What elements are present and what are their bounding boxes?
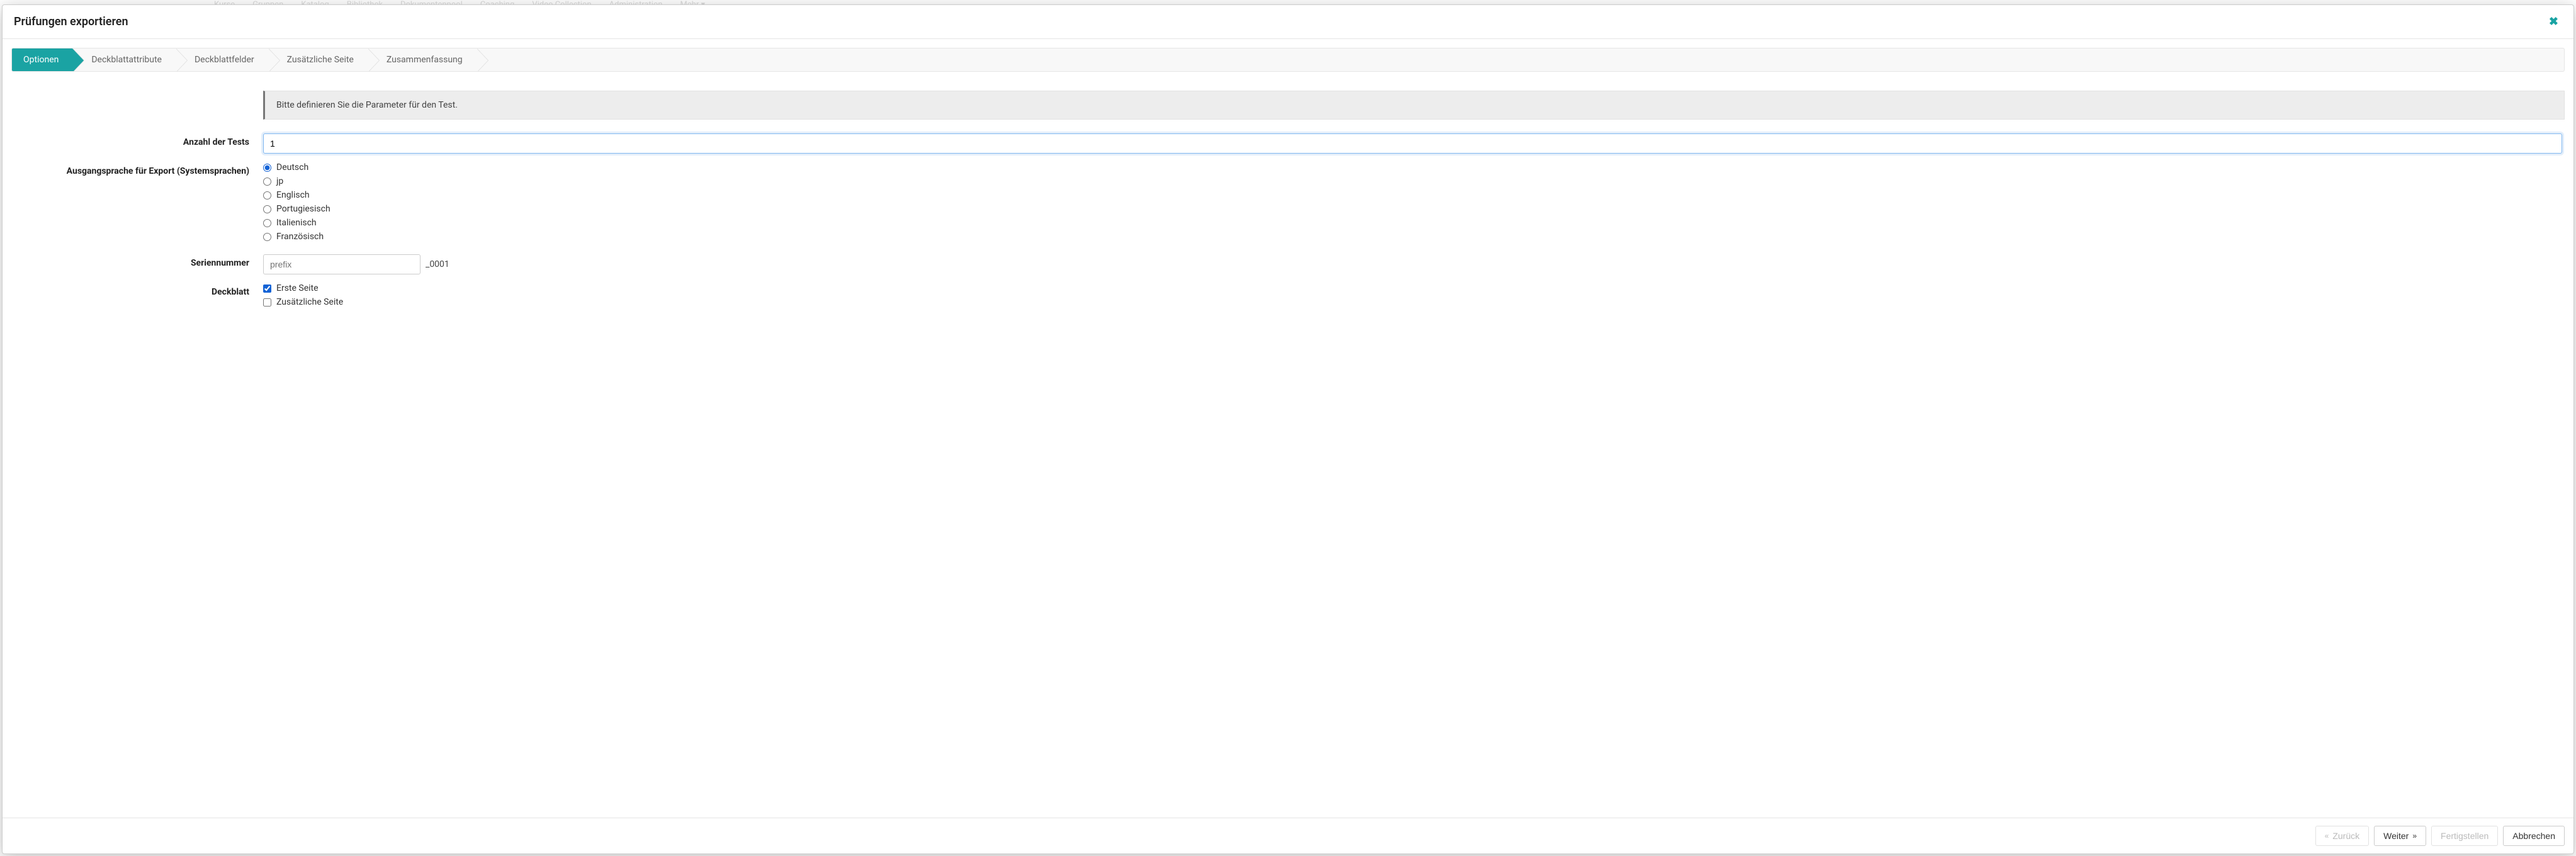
finish-button: Fertigstellen [2431, 826, 2498, 846]
lang-radio[interactable] [263, 205, 271, 213]
row-test-count: Anzahl der Tests [11, 133, 2565, 154]
lang-option-deutsch[interactable]: Deutsch [263, 162, 2562, 172]
modal-header: Prüfungen exportieren ✖ [3, 5, 2573, 39]
lang-radio[interactable] [263, 233, 271, 241]
cover-label: Erste Seite [276, 283, 319, 293]
lang-label: Englisch [276, 190, 310, 200]
next-label: Weiter [2383, 831, 2409, 841]
step-zusammenfassung[interactable]: Zusammenfassung [368, 48, 477, 71]
chevron-right-icon: » [2412, 831, 2417, 840]
step-label: Deckblattattribute [91, 55, 162, 65]
row-cover: Deckblatt Erste Seite Zusätzliche Seite [11, 283, 2565, 311]
next-button[interactable]: Weiter » [2374, 826, 2426, 846]
step-label: Deckblattfelder [195, 55, 254, 65]
lang-label: Portugiesisch [276, 204, 330, 214]
step-deckblattattribute[interactable]: Deckblattattribute [72, 48, 176, 71]
modal-title: Prüfungen exportieren [14, 15, 128, 28]
row-serial: Seriennummer _0001 [11, 254, 2565, 274]
lang-radio[interactable] [263, 219, 271, 227]
cover-checkbox[interactable] [263, 284, 271, 293]
lang-label: Italienisch [276, 218, 317, 228]
chevron-left-icon: « [2325, 831, 2329, 840]
modal-body: Optionen Deckblattattribute Deckblattfel… [3, 39, 2573, 818]
lang-label: Französisch [276, 232, 324, 242]
step-zusaetzliche-seite[interactable]: Zusätzliche Seite [268, 48, 368, 71]
label-cover: Deckblatt [11, 283, 263, 297]
step-label: Optionen [23, 55, 59, 65]
modal-footer: « Zurück Weiter » Fertigstellen Abbreche… [3, 818, 2573, 853]
cancel-button[interactable]: Abbrechen [2503, 826, 2565, 846]
cover-checkbox[interactable] [263, 298, 271, 307]
label-language: Ausgangsprache für Export (Systemsprache… [11, 162, 263, 176]
cover-option-zusaetzliche-seite[interactable]: Zusätzliche Seite [263, 297, 2562, 307]
wizard-steps: Optionen Deckblattattribute Deckblattfel… [11, 48, 2565, 72]
info-banner: Bitte definieren Sie die Parameter für d… [263, 91, 2565, 120]
cover-options: Erste Seite Zusätzliche Seite [263, 283, 2565, 311]
step-label: Zusätzliche Seite [287, 55, 354, 65]
label-serial: Seriennummer [11, 254, 263, 268]
serial-suffix: _0001 [426, 259, 449, 269]
step-deckblattfelder[interactable]: Deckblattfelder [176, 48, 268, 71]
lang-radio[interactable] [263, 177, 271, 186]
lang-option-portugiesisch[interactable]: Portugiesisch [263, 204, 2562, 214]
test-count-input[interactable] [263, 133, 2562, 154]
lang-option-englisch[interactable]: Englisch [263, 190, 2562, 200]
finish-label: Fertigstellen [2441, 831, 2488, 841]
step-label: Zusammenfassung [387, 55, 463, 65]
step-optionen[interactable]: Optionen [12, 48, 72, 71]
form-area: Bitte definieren Sie die Parameter für d… [11, 91, 2565, 311]
lang-label: jp [276, 176, 283, 186]
lang-radio[interactable] [263, 191, 271, 200]
lang-label: Deutsch [276, 162, 308, 172]
cover-label: Zusätzliche Seite [276, 297, 343, 307]
lang-option-franzoesisch[interactable]: Französisch [263, 232, 2562, 242]
export-modal: Prüfungen exportieren ✖ Optionen Deckbla… [2, 4, 2574, 854]
cover-option-erste-seite[interactable]: Erste Seite [263, 283, 2562, 293]
lang-option-italienisch[interactable]: Italienisch [263, 218, 2562, 228]
back-button: « Zurück [2315, 826, 2369, 846]
serial-prefix-input[interactable] [263, 254, 421, 274]
lang-option-jp[interactable]: jp [263, 176, 2562, 186]
row-language: Ausgangsprache für Export (Systemsprache… [11, 162, 2565, 245]
close-icon[interactable]: ✖ [2545, 14, 2562, 30]
back-label: Zurück [2332, 831, 2359, 841]
lang-radio[interactable] [263, 164, 271, 172]
cancel-label: Abbrechen [2512, 831, 2555, 841]
language-options: Deutsch jp Englisch Portugiesisch Italie… [263, 162, 2565, 245]
label-test-count: Anzahl der Tests [11, 133, 263, 147]
